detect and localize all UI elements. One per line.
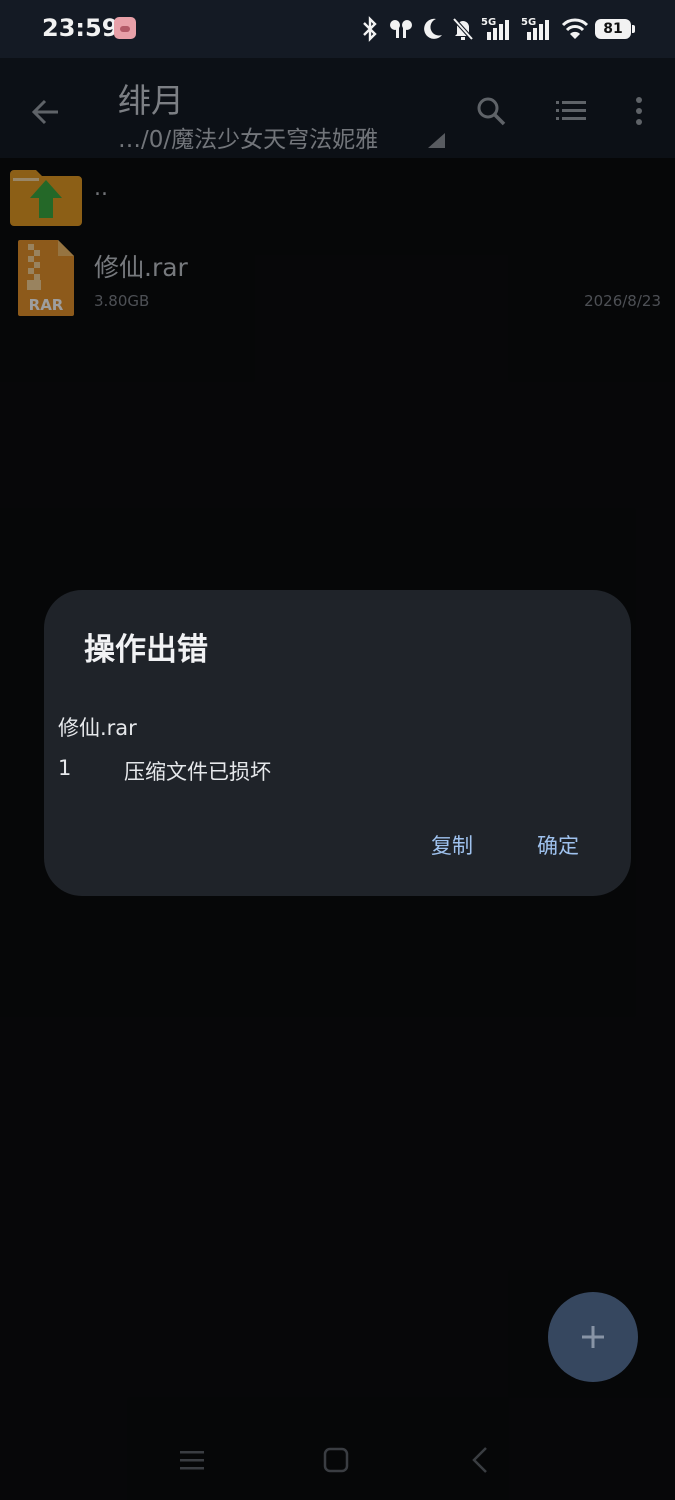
status-time: 23:59 bbox=[42, 14, 119, 42]
back-icon bbox=[472, 1447, 487, 1473]
menu-icon bbox=[180, 1451, 204, 1470]
recents-button[interactable] bbox=[170, 1438, 214, 1482]
dialog-error-message: 压缩文件已损坏 bbox=[124, 760, 271, 784]
dialog-title: 操作出错 bbox=[84, 632, 208, 668]
signal-5g-icon: 5G bbox=[521, 17, 549, 40]
battery-icon: 81 bbox=[595, 19, 635, 39]
status-icons: 5G 5G 81 bbox=[359, 12, 635, 46]
dialog-error-code: 1 bbox=[58, 756, 72, 780]
home-button[interactable] bbox=[314, 1438, 358, 1482]
add-fab-button[interactable] bbox=[548, 1292, 638, 1382]
battery-level: 81 bbox=[603, 21, 623, 37]
home-icon bbox=[323, 1447, 349, 1473]
svg-text:5G: 5G bbox=[481, 17, 496, 28]
wifi-icon bbox=[561, 18, 589, 39]
bluetooth-icon bbox=[363, 16, 377, 42]
system-nav-bar bbox=[0, 1420, 675, 1500]
earbuds-icon bbox=[390, 20, 412, 38]
status-bar: 23:59 5G 5G 81 bbox=[0, 0, 675, 58]
bell-off-icon bbox=[452, 17, 474, 41]
nav-back-button[interactable] bbox=[458, 1438, 502, 1482]
dialog-file-name: 修仙.rar bbox=[58, 716, 137, 740]
plus-icon bbox=[582, 1326, 604, 1348]
error-dialog: 操作出错 修仙.rar 1 压缩文件已损坏 复制 确定 bbox=[44, 590, 631, 896]
svg-text:5G: 5G bbox=[521, 17, 536, 28]
copy-button[interactable]: 复制 bbox=[431, 830, 473, 860]
ok-button[interactable]: 确定 bbox=[537, 830, 579, 860]
avatar-icon bbox=[114, 17, 136, 39]
signal-5g-icon: 5G bbox=[481, 17, 509, 40]
moon-icon bbox=[424, 18, 442, 39]
